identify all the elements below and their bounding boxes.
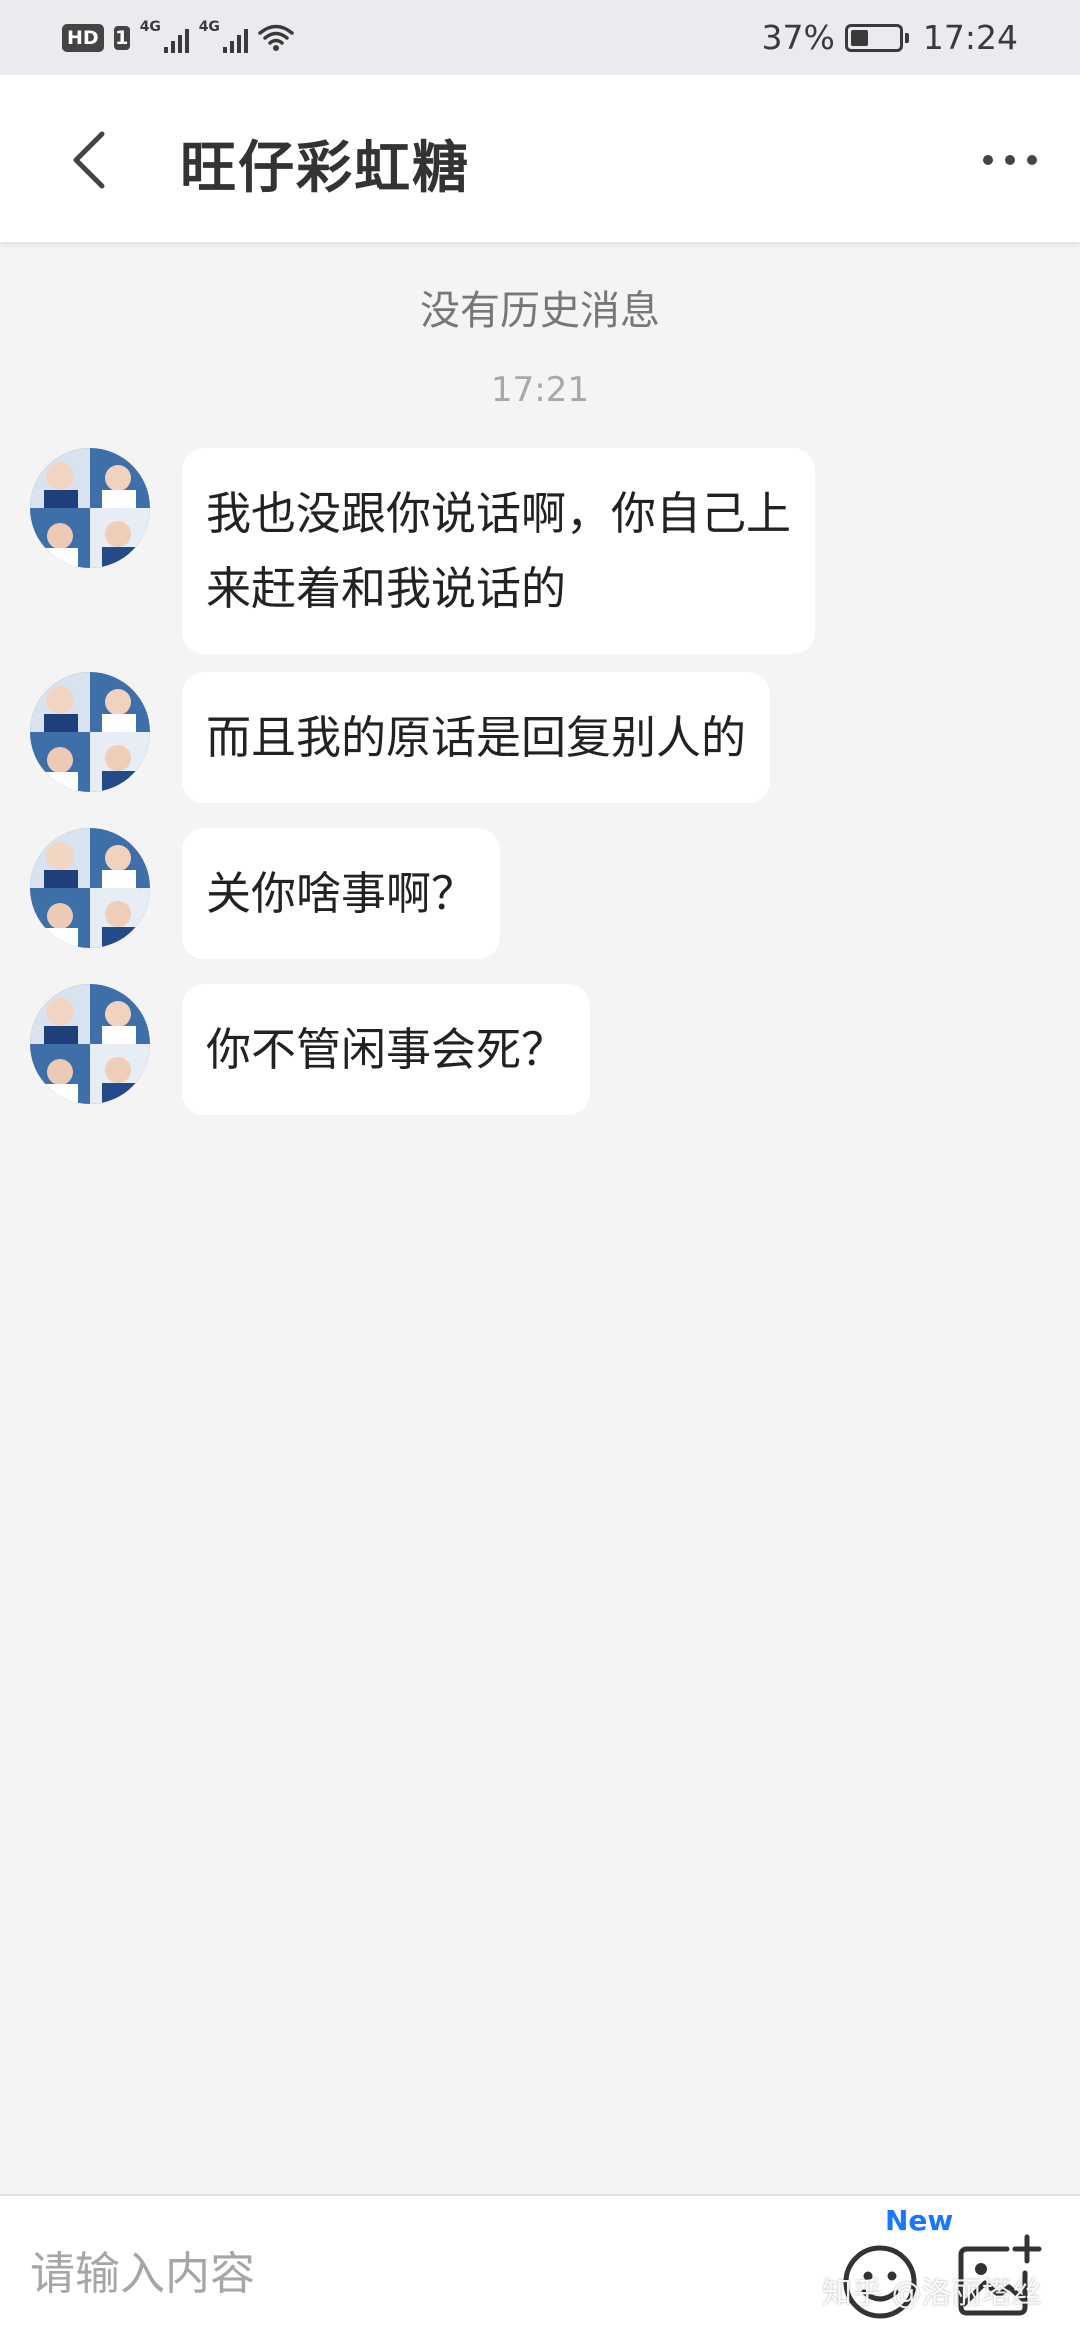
status-left: HD 1 4G 4G [62, 19, 294, 53]
signal-strength-icon: 4G [199, 19, 248, 53]
hd-badge: HD [62, 23, 104, 52]
new-badge: New [885, 2204, 954, 2237]
message-input[interactable] [30, 2240, 790, 2306]
status-right: 37% 17:24 [762, 18, 1018, 57]
no-history-label: 没有历史消息 [420, 288, 660, 334]
emoji-icon [840, 2236, 926, 2322]
message-text: 关你啥事啊？ [206, 867, 477, 920]
signal-strength-icon: 4G [140, 19, 189, 53]
chat-title: 旺仔彩虹糖 [180, 136, 470, 201]
emoji-button[interactable] [840, 2236, 926, 2322]
sim-badge: 1 [113, 25, 130, 50]
message-row: 而且我的原话是回复别人的 [30, 672, 771, 803]
message-text: 你不管闲事会死？ [206, 1023, 567, 1076]
avatar[interactable] [30, 828, 150, 948]
network-type-label: 4G [139, 18, 161, 35]
avatar[interactable] [30, 448, 150, 568]
avatar[interactable] [30, 984, 150, 1104]
message-row: 关你啥事啊？ [30, 828, 501, 959]
chevron-left-icon [68, 130, 108, 190]
back-button[interactable] [48, 120, 128, 200]
battery-icon [844, 23, 909, 52]
message-bubble[interactable]: 我也没跟你说话啊，你自己上 来赶着和我说话的 [182, 448, 816, 654]
clock: 17:24 [922, 18, 1018, 57]
chat-header: 旺仔彩虹糖 [0, 75, 1080, 242]
message-timestamp: 17:21 [491, 370, 589, 410]
message-bubble[interactable]: 你不管闲事会死？ [182, 984, 591, 1115]
message-bubble[interactable]: 关你啥事啊？ [182, 828, 501, 959]
message-bubble[interactable]: 而且我的原话是回复别人的 [182, 672, 771, 803]
battery-percent: 37% [761, 18, 835, 57]
message-row: 我也没跟你说话啊，你自己上 来赶着和我说话的 [30, 448, 816, 654]
avatar[interactable] [30, 672, 150, 792]
more-options-button[interactable] [970, 135, 1050, 185]
message-text: 我也没跟你说话啊，你自己上 [206, 487, 792, 540]
add-image-button[interactable] [955, 2231, 1045, 2321]
add-image-icon [955, 2231, 1045, 2321]
message-text: 来赶着和我说话的 [206, 562, 567, 615]
more-dots-icon [983, 155, 993, 165]
input-bar: New [0, 2194, 1080, 2340]
message-row: 你不管闲事会死？ [30, 984, 591, 1115]
message-text: 而且我的原话是回复别人的 [206, 711, 747, 764]
network-type-label: 4G [198, 18, 220, 35]
status-bar: HD 1 4G 4G 37% 17:24 [0, 0, 1080, 75]
wifi-icon [257, 23, 294, 53]
